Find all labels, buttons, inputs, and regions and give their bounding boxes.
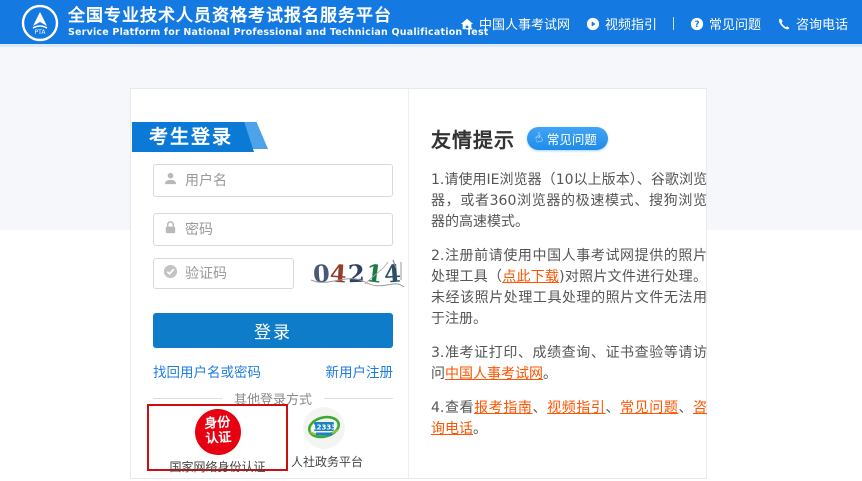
login-method-renshe[interactable]: 12333 人社政务平台 bbox=[291, 407, 357, 470]
login-button[interactable]: 登录 bbox=[153, 313, 393, 348]
pointing-hand-icon: ☝ bbox=[533, 131, 545, 146]
site-subtitle: Service Platform for National Profession… bbox=[68, 27, 489, 38]
id-auth-badge-icon: 身份 认证 bbox=[193, 407, 242, 456]
brand: 全国专业技术人员资格考试报名服务平台 Service Platform for … bbox=[68, 6, 489, 38]
faq-badge-button[interactable]: ☝ 常见问题 bbox=[527, 127, 608, 150]
divider-line-right bbox=[324, 398, 393, 399]
tips-panel: 友情提示 ☝ 常见问题 1.请使用IE浏览器（10以上版本）、谷歌浏览器，或者3… bbox=[431, 124, 707, 453]
tip-text: 1.请使用IE浏览器（10以上版本）、谷歌浏览器，或者360浏览器的极速模式、搜… bbox=[431, 172, 707, 230]
username-input[interactable] bbox=[185, 173, 392, 189]
tip-text: 4.查看 bbox=[431, 400, 474, 416]
login-banner-title: 考生登录 bbox=[132, 122, 254, 152]
nav-item-label: 中国人事考试网 bbox=[479, 14, 570, 33]
forgot-password-link[interactable]: 找回用户名或密码 bbox=[153, 361, 261, 381]
nav-item-label: 常见问题 bbox=[709, 14, 761, 33]
nav-item[interactable]: 视频指引 bbox=[586, 14, 657, 33]
nav-item[interactable]: ? 常见问题 bbox=[690, 14, 761, 33]
tips-title: 友情提示 bbox=[431, 124, 515, 153]
tip-link[interactable]: 常见问题 bbox=[620, 400, 678, 416]
svg-text:PTA: PTA bbox=[35, 29, 47, 36]
tip-item: 3.准考证打印、成绩查询、证书查验等请访问中国人事考试网。 bbox=[431, 343, 707, 385]
top-nav: 中国人事考试网 视频指引? 常见问题 咨询电话 bbox=[460, 0, 848, 47]
faq-badge-label: 常见问题 bbox=[547, 129, 597, 148]
lock-icon bbox=[163, 220, 178, 239]
shield-check-icon bbox=[163, 264, 178, 283]
tip-item: 4.查看报考指南、视频指引、常见问题、咨询电话。 bbox=[431, 398, 707, 440]
renshe-12333-logo-icon: 12333 bbox=[303, 407, 345, 449]
tip-link[interactable]: 中国人事考试网 bbox=[445, 366, 543, 382]
tip-text: 、 bbox=[678, 400, 693, 416]
tip-link[interactable]: 报考指南 bbox=[474, 400, 532, 416]
login-banner: 考生登录 bbox=[132, 122, 272, 152]
tip-link[interactable]: 视频指引 bbox=[547, 400, 605, 416]
tip-text: 。 bbox=[543, 366, 557, 382]
password-input[interactable] bbox=[185, 222, 392, 238]
nav-item-label: 视频指引 bbox=[605, 14, 657, 33]
login-method-national-id[interactable]: 身份 认证 国家网络身份认证 bbox=[149, 406, 286, 469]
id-badge-line2: 认证 bbox=[205, 431, 232, 448]
method-label: 人社政务平台 bbox=[291, 453, 357, 470]
captcha-input[interactable] bbox=[185, 266, 293, 282]
username-field[interactable] bbox=[153, 164, 393, 197]
highlight-box: 身份 认证 国家网络身份认证 bbox=[147, 404, 288, 471]
nav-item[interactable]: 咨询电话 bbox=[777, 14, 848, 33]
captcha-field[interactable] bbox=[153, 258, 294, 289]
method-label: 国家网络身份认证 bbox=[149, 458, 286, 475]
tip-text: 。 bbox=[473, 421, 487, 437]
user-icon bbox=[163, 171, 178, 190]
main-card: 考生登录 04214 登录 找回用户名或密码 新用户注册 其 bbox=[130, 88, 707, 479]
nav-separator bbox=[673, 17, 674, 30]
tip-item: 1.请使用IE浏览器（10以上版本）、谷歌浏览器，或者360浏览器的极速模式、搜… bbox=[431, 170, 707, 233]
tip-link[interactable]: 点此下载 bbox=[502, 269, 559, 285]
panel-divider bbox=[408, 89, 409, 478]
tip-item: 2.注册前请使用中国人事考试网提供的照片处理工具（点此下载)对照片文件进行处理。… bbox=[431, 246, 707, 330]
nav-item-label: 咨询电话 bbox=[796, 14, 848, 33]
svg-text:?: ? bbox=[694, 20, 699, 30]
nav-item[interactable]: 中国人事考试网 bbox=[460, 14, 570, 33]
password-field[interactable] bbox=[153, 213, 393, 246]
site-logo-icon: PTA bbox=[21, 4, 59, 42]
divider-line-left bbox=[153, 398, 222, 399]
login-links: 找回用户名或密码 新用户注册 bbox=[153, 361, 393, 381]
captcha-noise-lines bbox=[309, 254, 405, 292]
tip-text: 、 bbox=[605, 400, 620, 416]
header: PTA 全国专业技术人员资格考试报名服务平台 Service Platform … bbox=[0, 0, 862, 47]
svg-text:12333: 12333 bbox=[312, 424, 336, 432]
captcha-image[interactable]: 04214 bbox=[309, 254, 405, 292]
tips-header: 友情提示 ☝ 常见问题 bbox=[431, 124, 707, 153]
register-link[interactable]: 新用户注册 bbox=[326, 361, 394, 381]
tips-list: 1.请使用IE浏览器（10以上版本）、谷歌浏览器，或者360浏览器的极速模式、搜… bbox=[431, 170, 707, 440]
site-title: 全国专业技术人员资格考试报名服务平台 bbox=[68, 6, 489, 26]
tip-text: 、 bbox=[533, 400, 548, 416]
